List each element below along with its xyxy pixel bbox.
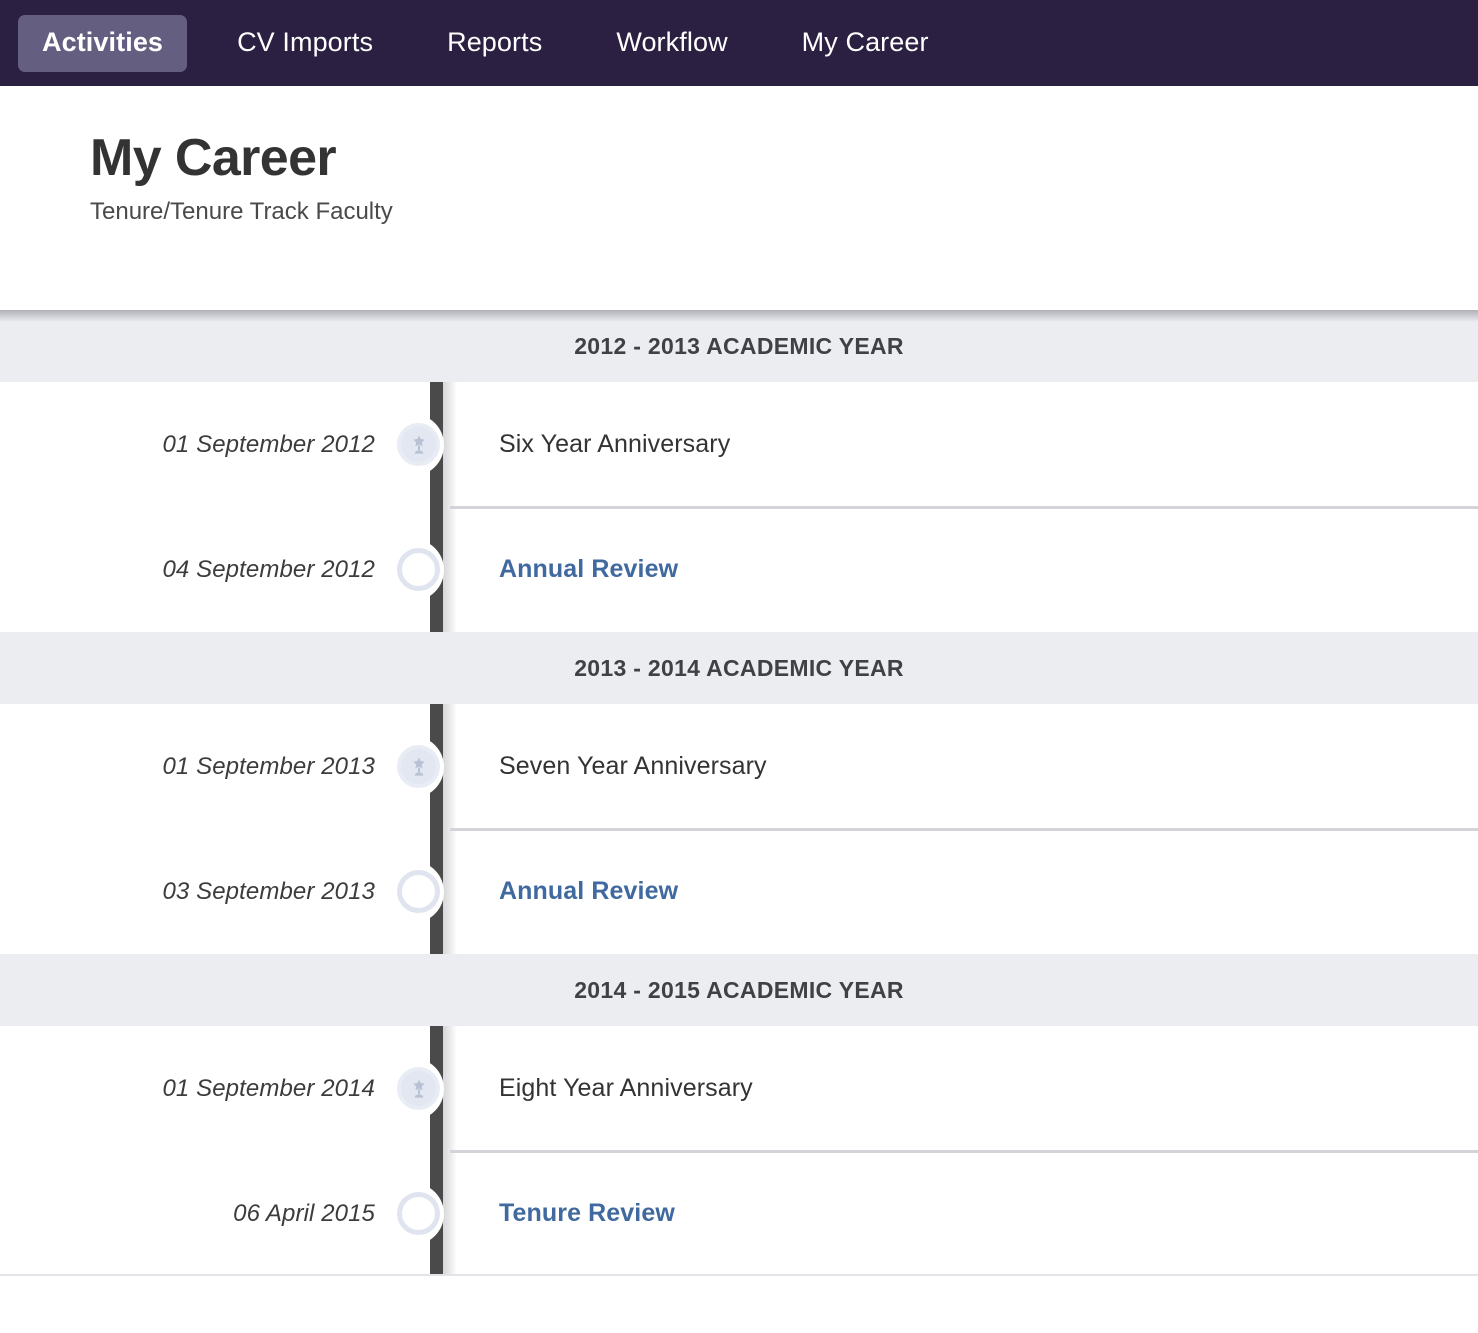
event-title-link[interactable]: Tenure Review xyxy=(485,1199,675,1228)
academic-year-label: 2013 - 2014 ACADEMIC YEAR xyxy=(574,655,904,682)
event-marker-cell xyxy=(375,1192,485,1235)
nav-item-reports[interactable]: Reports xyxy=(423,15,566,72)
event-title-link[interactable]: Annual Review xyxy=(485,555,678,584)
event-date: 04 September 2012 xyxy=(0,556,375,584)
academic-year-events: 01 September 2014Eight Year Anniversary0… xyxy=(0,1026,1478,1276)
event-title: Seven Year Anniversary xyxy=(485,752,767,781)
page-header: My Career Tenure/Tenure Track Faculty xyxy=(0,86,1478,310)
event-date: 01 September 2012 xyxy=(0,431,375,459)
event-marker-cell xyxy=(375,548,485,591)
timeline-event-row: 06 April 2015 Tenure Review xyxy=(0,1151,1478,1276)
event-title-link[interactable]: Annual Review xyxy=(485,877,678,906)
event-marker-cell xyxy=(375,745,485,788)
timeline-event-row: 01 September 2014 Eight Year Anniversary xyxy=(0,1026,1478,1151)
timeline-event-row: 01 September 2013 Seven Year Anniversary xyxy=(0,704,1478,829)
academic-year-band: 2013 - 2014 ACADEMIC YEAR xyxy=(0,632,1478,704)
event-marker-cell xyxy=(375,423,485,466)
timeline-event-row: 03 September 2013 Annual Review xyxy=(0,829,1478,954)
bottom-divider xyxy=(0,1274,1478,1276)
row-divider xyxy=(450,1150,1478,1153)
main-navigation-bar: Activities CV Imports Reports Workflow My Ca… xyxy=(0,0,1478,86)
empty-circle-icon xyxy=(397,1192,440,1235)
academic-year-events: 01 September 2012 Six Year Anniversary 04 … xyxy=(0,382,1478,632)
academic-year-events: 01 September 2013Seven Year Anniversary0… xyxy=(0,704,1478,954)
academic-year-band: 2014 - 2015 ACADEMIC YEAR xyxy=(0,954,1478,1026)
career-timeline: 2012 - 2013 ACADEMIC YEAR 01 September 20… xyxy=(0,310,1478,1276)
row-divider xyxy=(450,828,1478,831)
award-trophy-icon xyxy=(397,1067,440,1110)
nav-item-cv-imports[interactable]: CV Imports xyxy=(213,15,397,72)
event-title: Six Year Anniversary xyxy=(485,430,730,459)
academic-year-band: 2012 - 2013 ACADEMIC YEAR xyxy=(0,310,1478,382)
event-marker-cell xyxy=(375,870,485,913)
empty-circle-icon xyxy=(397,870,440,913)
academic-year-label: 2014 - 2015 ACADEMIC YEAR xyxy=(574,977,904,1004)
nav-item-my-career[interactable]: My Career xyxy=(778,15,953,72)
event-date: 06 April 2015 xyxy=(0,1200,375,1228)
academic-year-label: 2012 - 2013 ACADEMIC YEAR xyxy=(574,333,904,360)
page-title: My Career xyxy=(90,130,1478,186)
event-marker-cell xyxy=(375,1067,485,1110)
event-date: 01 September 2013 xyxy=(0,753,375,781)
timeline-event-row: 01 September 2012 Six Year Anniversary xyxy=(0,382,1478,507)
timeline-event-row: 04 September 2012 Annual Review xyxy=(0,507,1478,632)
row-divider xyxy=(450,506,1478,509)
award-trophy-icon xyxy=(397,423,440,466)
event-date: 01 September 2014 xyxy=(0,1075,375,1103)
event-date: 03 September 2013 xyxy=(0,878,375,906)
award-trophy-icon xyxy=(397,745,440,788)
page-subtitle: Tenure/Tenure Track Faculty xyxy=(90,198,1478,227)
nav-item-activities[interactable]: Activities xyxy=(18,15,187,72)
event-title: Eight Year Anniversary xyxy=(485,1074,753,1103)
nav-item-workflow[interactable]: Workflow xyxy=(592,15,751,72)
empty-circle-icon xyxy=(397,548,440,591)
